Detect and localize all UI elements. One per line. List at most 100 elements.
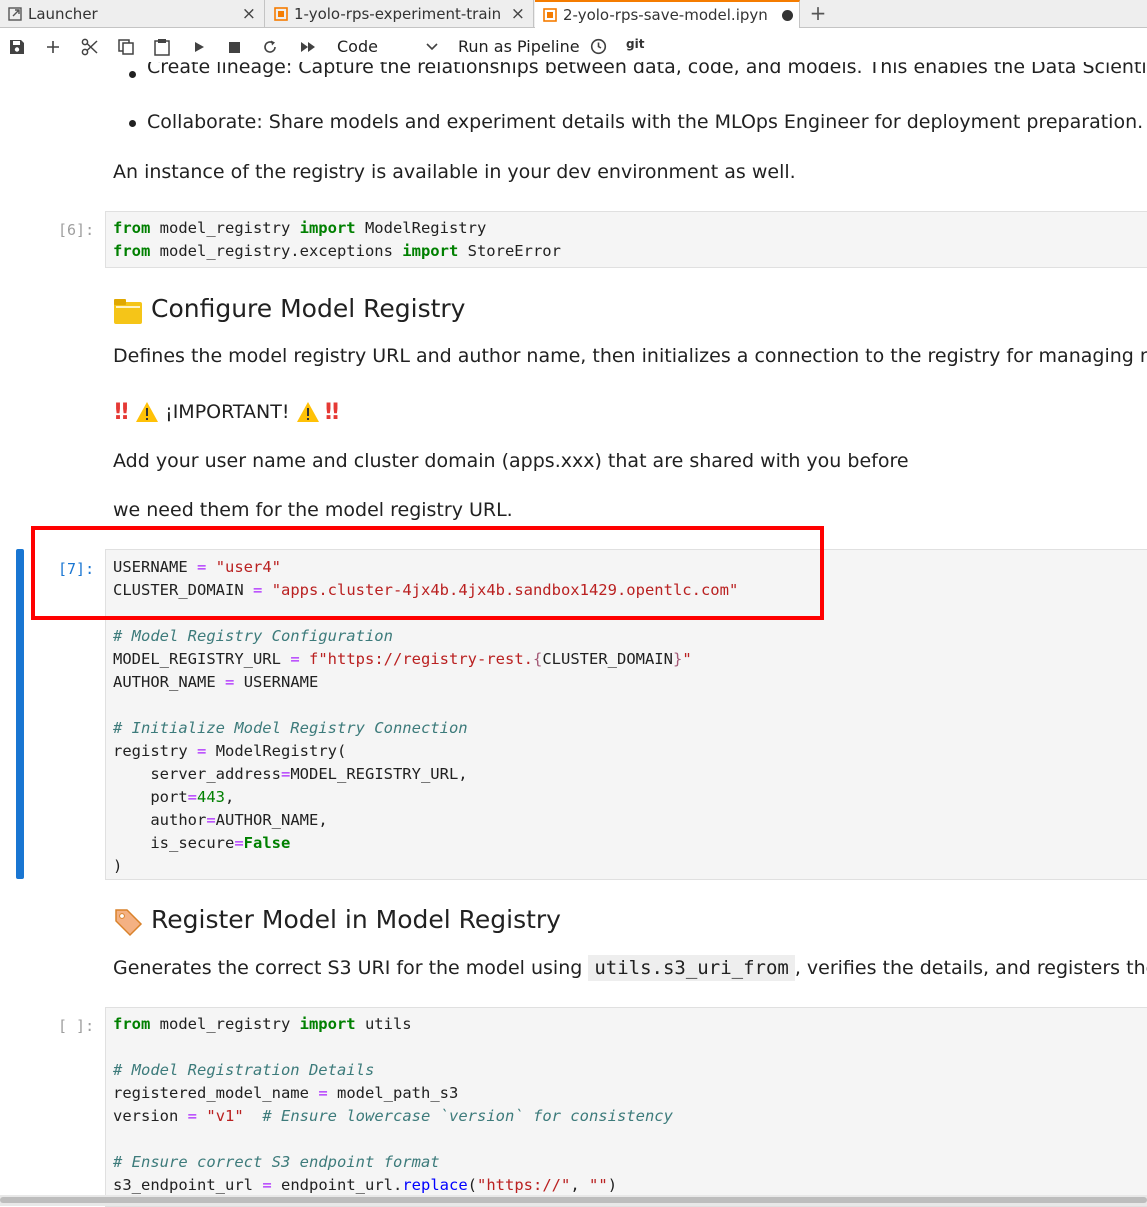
code-token: 443 [197,788,225,806]
notebook-icon [274,6,288,21]
code-comment: # Ensure correct S3 endpoint format [113,1153,440,1171]
paragraph-instance: An instance of the registry is available… [113,161,796,183]
code-comment: # Model Registry Configuration [113,627,393,645]
cell-type-select[interactable]: Code [337,37,378,56]
bullet-text: Create lineage: Capture the relationship… [147,62,1147,78]
code-cell-8-source[interactable]: from model_registry import utils # Model… [113,1013,673,1197]
code-token: registered_model_name [113,1084,309,1102]
plus-icon [47,41,59,53]
code-comment: # Ensure lowercase `version` for consist… [262,1107,673,1125]
cell-prompt: [6]: [58,221,95,239]
interrupt-kernel-button[interactable] [224,28,244,66]
code-token: { [532,650,543,668]
scrollbar-thumb[interactable] [0,1197,1147,1203]
tab-launcher[interactable]: Launcher × [0,0,265,27]
code-token: endpoint_url. [281,1176,403,1194]
code-token: False [243,834,291,852]
restart-icon [264,40,276,53]
code-token: ) [607,1176,618,1194]
code-token: } [672,650,683,668]
close-icon[interactable]: × [242,4,256,24]
notebook-toolbar: Code Run as Pipeline git [0,28,1147,66]
tab-label: 1-yolo-rps-experiment-train [294,4,502,23]
restart-run-all-button[interactable] [297,28,319,66]
launcher-icon [8,6,22,21]
save-icon [10,40,24,54]
unsaved-dot-icon[interactable] [782,10,793,21]
folder-icon [114,299,142,324]
code-token: ModelRegistry [355,219,487,237]
insert-cell-button[interactable] [42,28,64,66]
code-comment: # Initialize Model Registry Connection [113,719,468,737]
clipboard-icon [154,39,170,56]
code-token: StoreError [458,242,561,260]
code-token: , [570,1176,590,1194]
code-token: version [113,1107,179,1125]
add-tab-button[interactable]: + [806,1,830,25]
double-exclamation-icon: !! [323,399,341,425]
inline-code: utils.s3_uri_from [588,955,795,981]
code-token: import [299,1015,356,1033]
paragraph-need-them: we need them for the model registry URL. [113,499,513,521]
code-token: f"https://registry-rest. [309,650,533,668]
horizontal-scrollbar[interactable] [0,1195,1147,1206]
code-token: AUTHOR_NAME [113,673,216,691]
cut-button[interactable] [79,28,101,66]
code-token: AUTHOR_NAME, [215,811,328,829]
fast-forward-icon [301,42,315,52]
code-token: is_secure [150,834,235,852]
tab-bar: Launcher × 1-yolo-rps-experiment-train ×… [0,0,1147,28]
code-token: from [113,242,151,260]
code-token: author [150,811,207,829]
stop-icon [228,41,240,53]
paragraph-text: Generates the correct S3 URI for the mod… [113,957,589,979]
code-token: " [682,650,692,668]
restart-kernel-button[interactable] [260,28,280,66]
label-tag-icon [115,909,143,937]
paragraph-add-username: Add your user name and cluster domain (a… [113,450,909,472]
code-token: model_registry [150,1015,300,1033]
bullet-collaborate: Collaborate: Share models and experiment… [147,111,1147,133]
important-label: ¡IMPORTANT! [165,401,290,423]
code-comment: # Model Registration Details [113,1061,375,1079]
run-cell-button[interactable] [189,28,209,66]
code-token: s3_endpoint_url [113,1176,253,1194]
paragraph-defines: Defines the model registry URL and autho… [113,345,1147,367]
bullet-create-lineage: Create lineage: Capture the relationship… [147,62,1147,80]
active-cell-indicator [16,549,24,879]
play-icon [195,42,204,52]
run-as-pipeline-button[interactable]: Run as Pipeline [458,37,580,56]
heading-register: Register Model in Model Registry [151,905,561,934]
copy-icon [118,39,134,55]
double-exclamation-icon: !! [113,399,130,425]
code-token: ) [113,857,123,875]
scissors-icon [81,38,98,56]
highlight-box [31,526,824,620]
code-cell-6-source[interactable]: from model_registry import ModelRegistry… [113,217,561,263]
tab-label: 2-yolo-rps-save-model.ipynb [563,6,769,24]
clock-icon[interactable] [590,38,607,55]
code-token: model_registry [150,219,300,237]
tab-save-model[interactable]: 2-yolo-rps-save-model.ipynb [535,0,800,28]
tab-experiment-train[interactable]: 1-yolo-rps-experiment-train × [266,0,534,27]
copy-button[interactable] [115,28,137,66]
code-token: ( [467,1176,478,1194]
code-token: ModelRegistry( [215,742,347,760]
close-icon[interactable]: × [511,4,525,24]
paste-button[interactable] [151,28,173,66]
code-token: utils [355,1015,412,1033]
code-token: "https://" [477,1176,571,1194]
code-token: CLUSTER_DOMAIN [542,650,673,668]
code-token: server_address [150,765,281,783]
important-line: !! ¡IMPORTANT! !! [113,398,341,426]
warning-icon [136,402,159,422]
chevron-down-icon[interactable] [425,37,439,57]
save-button[interactable] [6,28,28,66]
code-token: from [113,219,151,237]
code-token: replace [402,1176,468,1194]
paragraph-text: , verifies the details, and registers th… [794,957,1147,979]
notebook-icon [543,8,557,22]
code-token: USERNAME [243,673,319,691]
bullet-dot [129,71,136,78]
git-button[interactable]: git [626,37,644,51]
